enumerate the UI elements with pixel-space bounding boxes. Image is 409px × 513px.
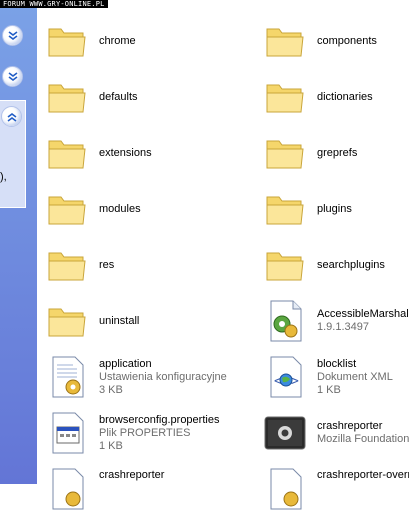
folder-name: dictionaries — [317, 91, 373, 103]
file-name: crashreporter — [317, 420, 383, 432]
folder-item[interactable]: chrome — [43, 17, 136, 65]
file-name: crashreporter — [99, 469, 165, 481]
chevron-double-up-icon — [7, 112, 16, 122]
file-view: chrome components defaults dictionaries … — [37, 0, 409, 510]
folder-name: defaults — [99, 91, 138, 103]
dll-gear-icon — [261, 297, 309, 345]
folder-icon — [43, 297, 91, 345]
file-size: 1 KB — [317, 383, 341, 396]
file-item[interactable]: < > blocklist Dokument XML 1 KB — [261, 353, 393, 401]
expand-section-button-2[interactable] — [2, 66, 23, 87]
folder-name: chrome — [99, 35, 136, 47]
folder-name: plugins — [317, 203, 352, 215]
file-item[interactable]: crashreporter Mozilla Foundation — [261, 409, 409, 457]
folder-item[interactable]: uninstall — [43, 297, 139, 345]
chevron-double-down-icon — [8, 30, 17, 40]
crashreporter-app-icon — [261, 409, 309, 457]
folder-icon — [261, 17, 309, 65]
file-item[interactable]: crashreporter — [43, 465, 164, 513]
folder-item[interactable]: extensions — [43, 129, 152, 177]
file-size: 3 KB — [99, 383, 123, 396]
folder-name: modules — [99, 203, 141, 215]
folder-icon — [261, 241, 309, 289]
file-name: browserconfig.properties — [99, 413, 220, 426]
folder-item[interactable]: plugins — [261, 185, 352, 233]
config-settings-icon — [43, 353, 91, 401]
folder-item[interactable]: modules — [43, 185, 141, 233]
file-size: 1 KB — [99, 439, 123, 452]
properties-file-icon — [43, 409, 91, 457]
folder-name: greprefs — [317, 147, 358, 159]
folder-item[interactable]: searchplugins — [261, 241, 385, 289]
folder-icon — [43, 241, 91, 289]
file-item[interactable]: AccessibleMarshal.dl 1.9.1.3497 — [261, 297, 409, 345]
folder-name: searchplugins — [317, 259, 385, 271]
details-section: ), — [0, 100, 26, 208]
folder-item[interactable]: dictionaries — [261, 73, 373, 121]
file-company: Mozilla Foundation — [317, 433, 409, 445]
folder-item[interactable]: greprefs — [261, 129, 357, 177]
collapse-section-button[interactable] — [1, 106, 22, 127]
task-pane: ), — [0, 0, 37, 484]
file-name: AccessibleMarshal.dl — [317, 308, 409, 320]
expand-section-button-1[interactable] — [2, 25, 23, 46]
config-settings-icon — [261, 465, 309, 513]
config-settings-icon — [43, 465, 91, 513]
folder-item[interactable]: res — [43, 241, 114, 289]
folder-name: res — [99, 259, 115, 271]
file-type: Ustawienia konfiguracyjne — [99, 370, 227, 383]
folder-icon — [43, 185, 91, 233]
folder-icon — [43, 129, 91, 177]
file-item[interactable]: crashreporter-overri — [261, 465, 409, 513]
folder-icon — [43, 17, 91, 65]
file-name: blocklist — [317, 357, 357, 370]
file-version: 1.9.1.3497 — [317, 321, 369, 333]
folder-icon — [261, 73, 309, 121]
folder-name: uninstall — [99, 315, 140, 327]
folder-icon — [261, 185, 309, 233]
file-name: application — [99, 357, 152, 370]
file-type: Plik PROPERTIES — [99, 426, 191, 439]
xml-document-icon: < > — [261, 353, 309, 401]
folder-item[interactable]: defaults — [43, 73, 138, 121]
chevron-double-down-icon — [8, 71, 17, 81]
folder-name: extensions — [99, 147, 152, 159]
folder-item[interactable]: components — [261, 17, 377, 65]
file-type: Dokument XML — [317, 370, 393, 383]
file-item[interactable]: browserconfig.properties Plik PROPERTIES… — [43, 409, 219, 457]
file-name: crashreporter-overri — [317, 469, 409, 481]
details-partial-text: ), — [0, 171, 7, 183]
folder-icon — [43, 73, 91, 121]
watermark: FORUM WWW.GRY-ONLINE.PL — [0, 0, 108, 8]
file-item[interactable]: application Ustawienia konfiguracyjne 3 … — [43, 353, 227, 401]
folder-name: components — [317, 35, 377, 47]
folder-icon — [261, 129, 309, 177]
